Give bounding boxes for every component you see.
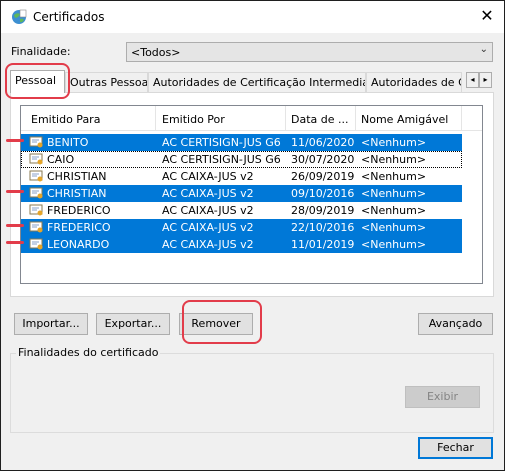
close-icon[interactable]: ✕ <box>470 1 504 33</box>
tab-label: Autoridades de Certificação Intermediári… <box>153 76 366 89</box>
certificate-globe-icon <box>12 9 27 24</box>
tab-outras-pessoas[interactable]: Outras Pessoas <box>65 72 148 92</box>
cell-issued-by: AC CAIXA-JUS v2 <box>162 221 254 234</box>
table-row[interactable]: CHRISTIAN AC CAIXA-JUS v2 26/09/2019 <Ne… <box>21 168 462 185</box>
cell-issued-to: FREDERICO <box>47 221 111 234</box>
certificate-icon <box>29 136 43 148</box>
cell-friendly-name: <Nenhum> <box>361 136 427 149</box>
column-divider[interactable] <box>285 106 286 130</box>
annotation-highlight-remove <box>182 300 262 344</box>
column-header-issued-to[interactable]: Emitido Para <box>31 113 100 126</box>
tab-scroll-right-icon[interactable]: ▸ <box>479 72 492 88</box>
tab-pessoal[interactable]: Pessoal <box>10 70 65 93</box>
annotation-marker <box>6 139 24 142</box>
column-header-friendly-name[interactable]: Nome Amigável <box>361 113 448 126</box>
column-header-issued-by[interactable]: Emitido Por <box>162 113 225 126</box>
tab-strip: Pessoal Outras Pessoas Autoridades de Ce… <box>10 70 494 93</box>
cell-expiry: 11/06/2020 <box>291 136 355 149</box>
certificate-icon <box>29 204 43 216</box>
annotation-marker <box>6 241 24 244</box>
close-button[interactable]: Fechar <box>418 437 493 459</box>
cell-expiry: 28/09/2019 <box>291 204 355 217</box>
certificate-icon <box>29 187 43 199</box>
purpose-label: Finalidade: <box>11 45 71 58</box>
certificate-list[interactable]: Emitido Para Emitido Por Data de ... Nom… <box>20 105 483 284</box>
title-bar: Certificados ✕ <box>1 1 504 33</box>
cell-issued-to: CHRISTIAN <box>47 170 107 183</box>
certificate-icon <box>29 170 43 182</box>
advanced-button[interactable]: Avançado <box>418 313 493 335</box>
cell-issued-by: AC CERTISIGN-JUS G6 <box>162 153 281 166</box>
purposes-group-label: Finalidades do certificado <box>16 346 161 359</box>
certificate-icon <box>29 153 43 165</box>
cell-issued-by: AC CERTISIGN-JUS G6 <box>162 136 281 149</box>
export-button[interactable]: Exportar... <box>96 313 170 335</box>
purpose-select-value: <Todos> <box>131 46 181 59</box>
cell-expiry: 09/10/2016 <box>291 187 355 200</box>
cell-expiry: 11/01/2019 <box>291 238 355 251</box>
cell-issued-to: LEONARDO <box>47 238 110 251</box>
cell-issued-to: CHRISTIAN <box>47 187 107 200</box>
list-header: Emitido Para Emitido Por Data de ... Nom… <box>21 106 482 131</box>
cell-issued-to: FREDERICO <box>47 204 111 217</box>
cell-friendly-name: <Nenhum> <box>361 170 427 183</box>
certificate-icon <box>29 221 43 233</box>
column-divider[interactable] <box>355 106 356 130</box>
cell-issued-by: AC CAIXA-JUS v2 <box>162 170 254 183</box>
tab-scroll-left-icon[interactable]: ◂ <box>466 72 479 88</box>
annotation-marker <box>6 190 24 193</box>
table-row[interactable]: BENITO AC CERTISIGN-JUS G6 11/06/2020 <N… <box>21 134 462 151</box>
column-divider[interactable] <box>461 106 462 130</box>
cell-expiry: 22/10/2016 <box>291 221 355 234</box>
table-row[interactable]: CHRISTIAN AC CAIXA-JUS v2 09/10/2016 <Ne… <box>21 185 462 202</box>
table-row[interactable]: LEONARDO AC CAIXA-JUS v2 11/01/2019 <Nen… <box>21 236 462 253</box>
view-button[interactable]: Exibir <box>405 386 480 408</box>
table-row[interactable]: FREDERICO AC CAIXA-JUS v2 28/09/2019 <Ne… <box>21 202 462 219</box>
column-header-expiry[interactable]: Data de ... <box>291 113 349 126</box>
table-row[interactable]: CAIO AC CERTISIGN-JUS G6 30/07/2020 <Nen… <box>21 151 462 168</box>
cell-issued-to: BENITO <box>47 136 89 149</box>
window-title: Certificados <box>33 10 105 24</box>
cell-issued-by: AC CAIXA-JUS v2 <box>162 187 254 200</box>
cell-friendly-name: <Nenhum> <box>361 204 427 217</box>
tab-label: Autoridades de Ce <box>371 76 461 89</box>
annotation-marker <box>6 224 24 227</box>
cell-friendly-name: <Nenhum> <box>361 238 427 251</box>
column-divider[interactable] <box>155 106 156 130</box>
cell-friendly-name: <Nenhum> <box>361 221 427 234</box>
cell-issued-to: CAIO <box>47 153 75 166</box>
certificate-icon <box>29 238 43 250</box>
cell-expiry: 26/09/2019 <box>291 170 355 183</box>
cell-expiry: 30/07/2020 <box>291 153 355 166</box>
cell-friendly-name: <Nenhum> <box>361 187 427 200</box>
purpose-select[interactable]: <Todos> ⌄ <box>126 42 493 62</box>
cell-friendly-name: <Nenhum> <box>361 153 427 166</box>
tab-autoridades-raiz[interactable]: Autoridades de Ce <box>366 72 462 92</box>
cell-issued-by: AC CAIXA-JUS v2 <box>162 204 254 217</box>
table-row[interactable]: FREDERICO AC CAIXA-JUS v2 22/10/2016 <Ne… <box>21 219 462 236</box>
import-button[interactable]: Importar... <box>14 313 88 335</box>
cell-issued-by: AC CAIXA-JUS v2 <box>162 238 254 251</box>
tab-label: Pessoal <box>15 74 56 87</box>
tab-autoridades-intermediarias[interactable]: Autoridades de Certificação Intermediári… <box>148 72 366 92</box>
chevron-down-icon: ⌄ <box>479 44 488 55</box>
tab-label: Outras Pessoas <box>70 76 148 89</box>
